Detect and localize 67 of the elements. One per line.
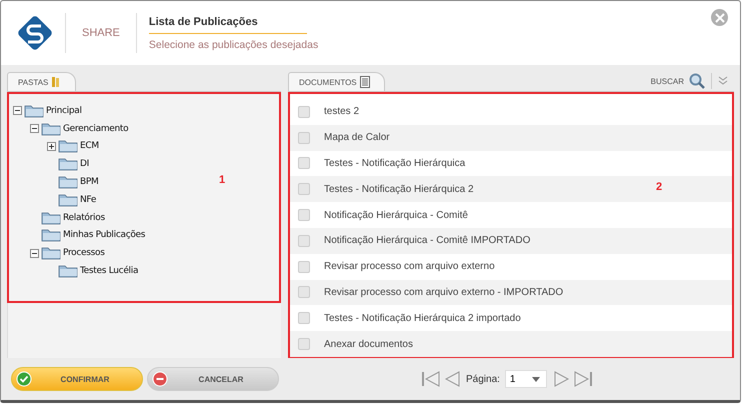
checkbox[interactable] [298, 286, 310, 298]
document-label[interactable]: testes 2 [324, 106, 360, 118]
folder-icon [58, 157, 78, 172]
documents-tab[interactable]: DOCUMENTOS [288, 72, 385, 91]
search-label[interactable]: BUSCAR [650, 76, 684, 86]
document-label[interactable]: Testes - Notificação Hierárquica [324, 158, 466, 169]
document-label[interactable]: Anexar documentos [324, 338, 413, 350]
close-button[interactable] [711, 9, 728, 26]
folder-icon [41, 122, 61, 136]
close-icon [714, 12, 724, 22]
folder-label[interactable]: Minhas Publicações [63, 230, 146, 240]
folder-icon [58, 139, 78, 154]
annotation-number: 1 [219, 174, 226, 186]
folder-icon [41, 246, 61, 260]
folder-icon [58, 192, 78, 207]
folder-label[interactable]: BPM [80, 177, 98, 188]
books-icon [51, 76, 62, 88]
checkbox[interactable] [298, 183, 310, 196]
document-icon [360, 76, 370, 88]
dialog-subtitle: Selecione as publicações desejadas [148, 38, 318, 50]
checkbox[interactable] [298, 234, 310, 247]
checkbox[interactable] [298, 209, 310, 222]
folder-label[interactable]: Testes Lucélia [80, 266, 138, 276]
folder-label[interactable]: Gerenciamento [63, 124, 128, 134]
caret-icon [532, 376, 540, 382]
document-label[interactable]: Revisar processo com arquivo externo [324, 261, 495, 272]
document-label[interactable]: Testes - Notificação Hierárquica 2 [324, 184, 474, 195]
tree-toggle[interactable] [47, 142, 56, 151]
tree-toggle[interactable] [30, 248, 39, 258]
dialog-title: Lista de Publicações [148, 16, 307, 34]
folder-label[interactable]: Relatórios [63, 212, 105, 223]
first-page-icon[interactable] [421, 370, 441, 388]
collapse-icon[interactable] [718, 76, 728, 86]
folder-icon [58, 264, 78, 278]
folder-icon [41, 228, 61, 242]
folder-label[interactable]: Principal [46, 106, 82, 116]
folder-label[interactable]: Processos [63, 248, 105, 258]
document-label[interactable]: Mapa de Calor [324, 132, 390, 144]
tree-toggle[interactable] [13, 106, 22, 116]
checkbox[interactable] [298, 260, 310, 273]
checkbox[interactable] [298, 312, 310, 324]
folder-icon [41, 210, 61, 225]
page-label: Página: [466, 374, 500, 384]
last-page-icon[interactable] [572, 370, 593, 388]
check-icon [16, 371, 32, 387]
folder-icon [24, 104, 44, 118]
checkbox[interactable] [298, 157, 310, 170]
checkbox[interactable] [298, 132, 310, 144]
folder-label[interactable]: ECM [80, 141, 99, 152]
document-label[interactable]: Testes - Notificação Hierárquica 2 importado [324, 312, 521, 324]
cancel-button[interactable]: CANCELAR [147, 367, 279, 391]
search-icon[interactable] [689, 73, 705, 89]
next-page-icon[interactable] [552, 370, 571, 388]
folder-label[interactable]: DI [80, 159, 89, 170]
app-name: SHARE [82, 27, 120, 39]
page-select[interactable]: 1 [504, 370, 547, 388]
folders-tab[interactable]: PASTAS [7, 72, 76, 91]
previous-page-icon[interactable] [443, 370, 461, 388]
confirm-button[interactable]: CONFIRMAR [11, 367, 143, 391]
tree-toggle[interactable] [30, 124, 39, 134]
checkbox[interactable] [298, 338, 310, 350]
minus-icon [152, 371, 168, 387]
folder-label[interactable]: NFe [80, 194, 96, 205]
document-label[interactable]: Notificação Hierárquica - Comitê [324, 210, 468, 221]
annotation-number: 2 [656, 181, 662, 193]
folder-icon [58, 175, 78, 190]
checkbox[interactable] [298, 106, 310, 118]
